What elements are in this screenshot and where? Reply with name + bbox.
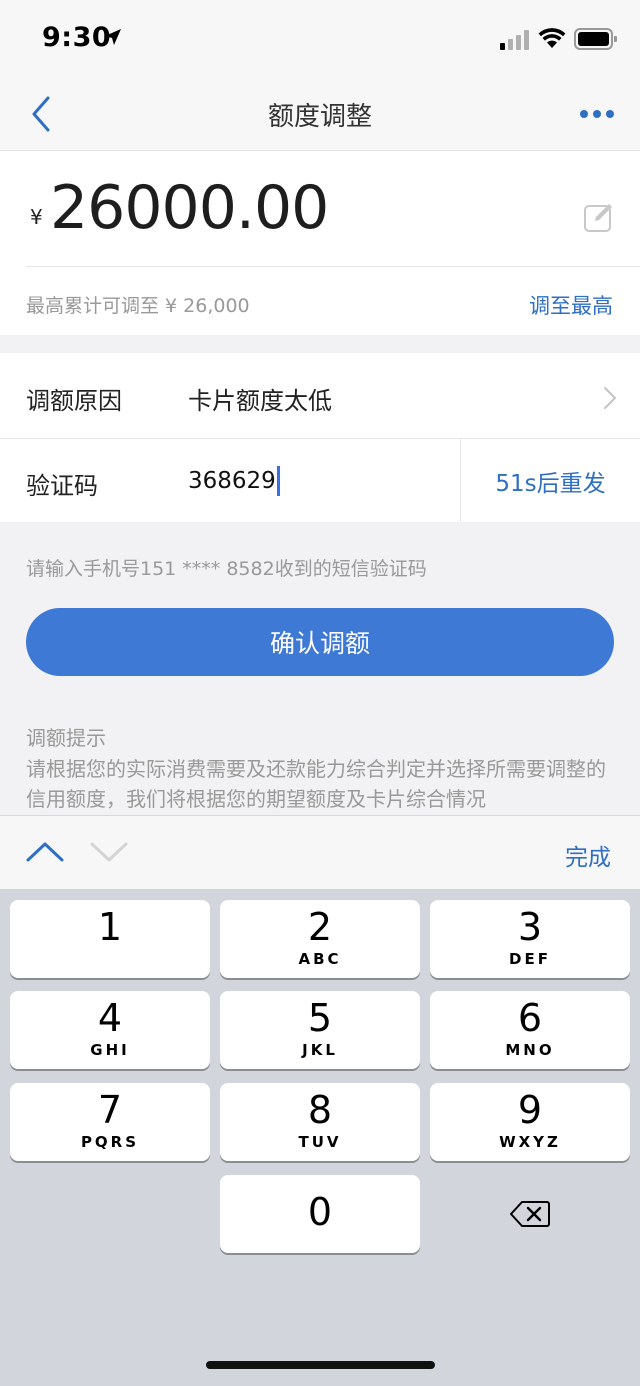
key-7[interactable]: 7 PQRS [10, 1083, 210, 1161]
amount-value[interactable]: 26000.00 [50, 173, 329, 243]
key-letters: DEF [509, 950, 551, 968]
next-field-button[interactable] [86, 834, 132, 870]
key-6[interactable]: 6 MNO [430, 991, 630, 1069]
key-letters: TUV [298, 1133, 342, 1151]
signal-icon [500, 30, 530, 54]
key-digit: 4 [97, 996, 123, 1040]
tips-title: 调额提示 [26, 726, 106, 750]
reason-select[interactable]: 卡片额度太低 [188, 381, 332, 416]
done-button[interactable]: 完成 [565, 838, 611, 872]
sms-hint: 请输入手机号151 **** 8582收到的短信验证码 [26, 558, 427, 580]
backspace-icon [510, 1201, 550, 1227]
backspace-key[interactable] [430, 1175, 630, 1253]
resend-code-button[interactable]: 51s后重发 [461, 439, 640, 522]
key-digit: 0 [307, 1190, 333, 1234]
key-letters: GHI [90, 1041, 130, 1059]
key-letters: WXYZ [499, 1133, 561, 1151]
key-letters: ABC [298, 950, 342, 968]
key-digit: 8 [307, 1088, 333, 1132]
page-title: 额度调整 [267, 102, 372, 132]
more-button[interactable] [576, 102, 620, 126]
reason-label: 调额原因 [26, 387, 122, 415]
amount-card: ¥ 26000.00 最高累计可调至 ¥ 26,000 调至最高 [0, 151, 640, 335]
more-icon [580, 110, 614, 118]
confirm-adjust-button[interactable]: 确认调额 [26, 608, 614, 676]
key-1[interactable]: 1 [10, 900, 210, 978]
key-digit: 7 [97, 1088, 123, 1132]
status-bar: 9:30 [0, 0, 640, 80]
key-3[interactable]: 3 DEF [430, 900, 630, 978]
key-9[interactable]: 9 WXYZ [430, 1083, 630, 1161]
currency-symbol: ¥ [30, 205, 43, 229]
chevron-up-icon [26, 842, 64, 862]
text-cursor [276, 466, 280, 496]
key-8[interactable]: 8 TUV [220, 1083, 420, 1161]
key-digit: 5 [307, 996, 333, 1040]
key-digit: 9 [517, 1088, 543, 1132]
key-4[interactable]: 4 GHI [10, 991, 210, 1069]
key-letters: JKL [302, 1041, 338, 1059]
divider [26, 266, 640, 267]
key-digit: 2 [307, 905, 333, 949]
form-section: 调额原因 卡片额度太低 验证码 368629 51s后重发 [0, 353, 640, 522]
max-limit-hint: 最高累计可调至 ¥ 26,000 [26, 295, 250, 317]
key-letters: MNO [505, 1041, 555, 1059]
key-2[interactable]: 2 ABC [220, 900, 420, 978]
key-0[interactable]: 0 [220, 1175, 420, 1253]
previous-field-button[interactable] [22, 834, 68, 870]
key-5[interactable]: 5 JKL [220, 991, 420, 1069]
home-indicator [206, 1361, 435, 1369]
verification-code-label: 验证码 [26, 472, 98, 500]
tips-body: 请根据您的实际消费需要及还款能力综合判定并选择所需要调整的信用额度，我们将根据您… [26, 757, 606, 811]
status-time: 9:30 [42, 22, 112, 53]
wifi-icon [538, 27, 566, 53]
edit-icon[interactable] [583, 201, 615, 233]
nav-bar: 额度调整 [0, 80, 640, 151]
key-digit: 6 [517, 996, 543, 1040]
verification-code-value: 368629 [188, 468, 276, 494]
numeric-keypad: 1 2 ABC 3 DEF 4 GHI 5 JKL 6 MNO 7 PQRS 8… [0, 889, 640, 1386]
chevron-right-icon[interactable] [602, 385, 618, 415]
chevron-down-icon [90, 842, 128, 862]
key-digit: 3 [517, 905, 543, 949]
verification-code-input[interactable]: 368629 [188, 466, 280, 496]
location-arrow-icon [104, 28, 122, 50]
adjust-to-max-link[interactable]: 调至最高 [529, 290, 613, 320]
key-letters: PQRS [80, 1133, 140, 1151]
battery-icon [574, 28, 618, 54]
key-digit: 1 [97, 905, 123, 949]
keyboard-toolbar: 完成 [0, 815, 640, 890]
